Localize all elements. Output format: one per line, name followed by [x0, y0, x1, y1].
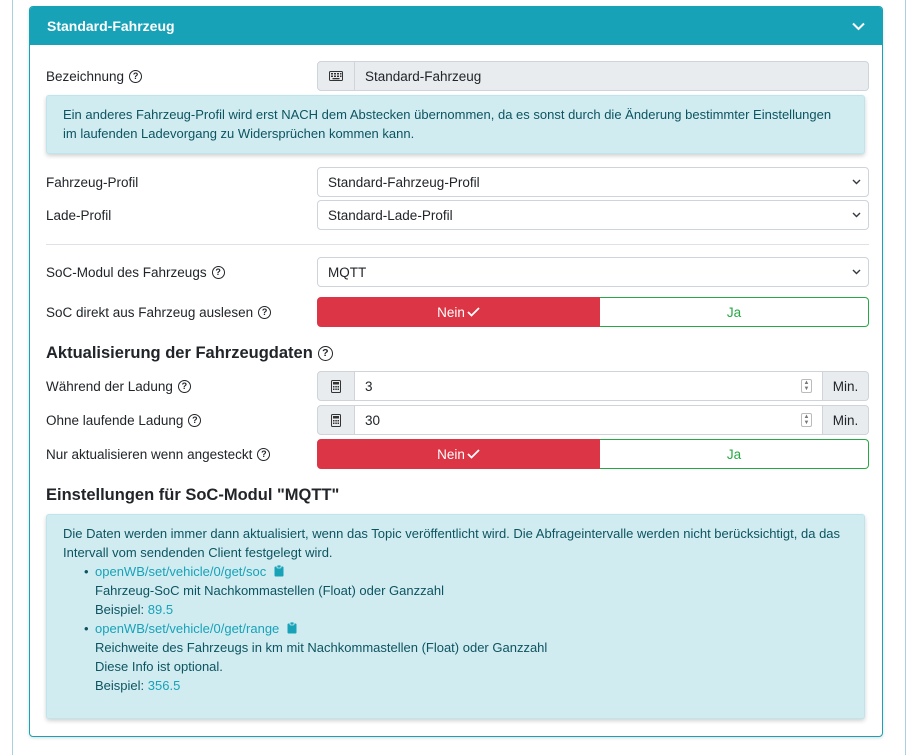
topic-soc-example: Beispiel: 89.5: [95, 602, 174, 617]
card-header[interactable]: Standard-Fahrzeug: [30, 7, 882, 45]
nur-angesteckt-toggle: Nein Ja: [317, 439, 869, 469]
nur-angesteckt-row: Nur aktualisieren wenn angesteckt ? Nein…: [46, 439, 869, 469]
soc-modul-label: SoC-Modul des Fahrzeugs: [46, 264, 207, 280]
ohne-row: Ohne laufende Ladung ? 30 ▲ ▼ Min.: [46, 405, 869, 435]
chevron-down-icon: [852, 179, 861, 185]
spinner-icon[interactable]: ▲ ▼: [801, 379, 812, 393]
nur-angesteckt-ja-button[interactable]: Ja: [600, 439, 869, 469]
lade-profil-label: Lade-Profil: [46, 207, 112, 223]
clipboard-icon[interactable]: [274, 564, 284, 577]
chevron-down-icon: [852, 212, 861, 218]
fahrzeug-profil-value: Standard-Fahrzeug-Profil: [328, 174, 480, 190]
profile-info-alert: Ein anderes Fahrzeug-Profil wird erst NA…: [46, 95, 865, 154]
check-icon: [467, 449, 480, 459]
card-title: Standard-Fahrzeug: [47, 18, 175, 34]
waehrend-row: Während der Ladung ? 3 ▲ ▼ Min.: [46, 371, 869, 401]
soc-modul-row: SoC-Modul des Fahrzeugs ? MQTT: [46, 257, 869, 287]
lade-profil-value: Standard-Lade-Profil: [328, 207, 453, 223]
calculator-icon: [317, 371, 355, 401]
soc-direkt-toggle: Nein Ja: [317, 297, 869, 327]
topic-range-note: Diese Info ist optional.: [95, 659, 223, 674]
bezeichnung-label: Bezeichnung: [46, 68, 125, 84]
mqtt-heading: Einstellungen für SoC-Modul "MQTT": [46, 486, 340, 504]
soc-direkt-nein-button[interactable]: Nein: [317, 297, 600, 327]
lade-profil-select[interactable]: Standard-Lade-Profil: [317, 200, 869, 230]
spinner-icon[interactable]: ▲ ▼: [801, 413, 812, 427]
question-circle-icon[interactable]: ?: [188, 413, 202, 427]
divider: [46, 244, 869, 245]
question-circle-icon[interactable]: ?: [258, 305, 272, 319]
waehrend-input[interactable]: 3 ▲ ▼: [355, 371, 823, 401]
question-circle-icon[interactable]: ?: [211, 265, 225, 279]
waehrend-label: Während der Ladung: [46, 378, 173, 394]
fahrzeug-profil-label: Fahrzeug-Profil: [46, 174, 139, 190]
soc-direkt-label: SoC direkt aus Fahrzeug auslesen: [46, 304, 254, 320]
nur-angesteckt-label: Nur aktualisieren wenn angesteckt: [46, 446, 253, 462]
topic-list: openWB/set/vehicle/0/get/soc: [63, 562, 848, 581]
bezeichnung-row: Bezeichnung ? Standard-Fahrzeug: [46, 61, 869, 91]
mqtt-info-alert: Die Daten werden immer dann aktualisiert…: [46, 514, 865, 719]
update-heading: Aktualisierung der Fahrzeugdaten ?: [46, 344, 333, 363]
question-circle-icon[interactable]: ?: [257, 447, 271, 461]
topic-range[interactable]: openWB/set/vehicle/0/get/range: [95, 621, 279, 636]
list-item: openWB/set/vehicle/0/get/soc: [63, 562, 848, 581]
topic-range-example: Beispiel: 356.5: [95, 678, 181, 693]
question-circle-icon[interactable]: ?: [177, 379, 191, 393]
keyboard-icon: [317, 61, 355, 91]
waehrend-unit: Min.: [823, 371, 869, 401]
chevron-down-icon: [852, 269, 861, 275]
question-circle-icon[interactable]: ?: [317, 346, 333, 361]
chevron-down-icon[interactable]: [851, 19, 865, 33]
soc-direkt-row: SoC direkt aus Fahrzeug auslesen ? Nein …: [46, 297, 869, 327]
mqtt-intro: Die Daten werden immer dann aktualisiert…: [63, 526, 841, 560]
topic-soc-desc: Fahrzeug-SoC mit Nachkommastellen (Float…: [95, 583, 444, 598]
ohne-label: Ohne laufende Ladung: [46, 412, 184, 428]
calculator-icon: [317, 405, 355, 435]
soc-modul-select[interactable]: MQTT: [317, 257, 869, 287]
topic-range-desc: Reichweite des Fahrzeugs in km mit Nachk…: [95, 640, 548, 655]
question-circle-icon[interactable]: ?: [129, 69, 143, 83]
soc-modul-value: MQTT: [328, 264, 367, 280]
profile-info-text: Ein anderes Fahrzeug-Profil wird erst NA…: [63, 107, 832, 141]
soc-direkt-ja-button[interactable]: Ja: [600, 297, 869, 327]
nur-angesteckt-nein-button[interactable]: Nein: [317, 439, 600, 469]
ohne-unit: Min.: [823, 405, 869, 435]
topic-soc[interactable]: openWB/set/vehicle/0/get/soc: [95, 564, 266, 579]
ohne-input[interactable]: 30 ▲ ▼: [355, 405, 823, 435]
lade-profil-row: Lade-Profil Standard-Lade-Profil: [46, 200, 869, 230]
check-icon: [467, 307, 480, 317]
fahrzeug-profil-row: Fahrzeug-Profil Standard-Fahrzeug-Profil: [46, 167, 869, 197]
list-item: openWB/set/vehicle/0/get/range: [63, 619, 848, 638]
bezeichnung-input[interactable]: Standard-Fahrzeug: [355, 61, 869, 91]
clipboard-icon[interactable]: [287, 621, 297, 634]
fahrzeug-profil-select[interactable]: Standard-Fahrzeug-Profil: [317, 167, 869, 197]
